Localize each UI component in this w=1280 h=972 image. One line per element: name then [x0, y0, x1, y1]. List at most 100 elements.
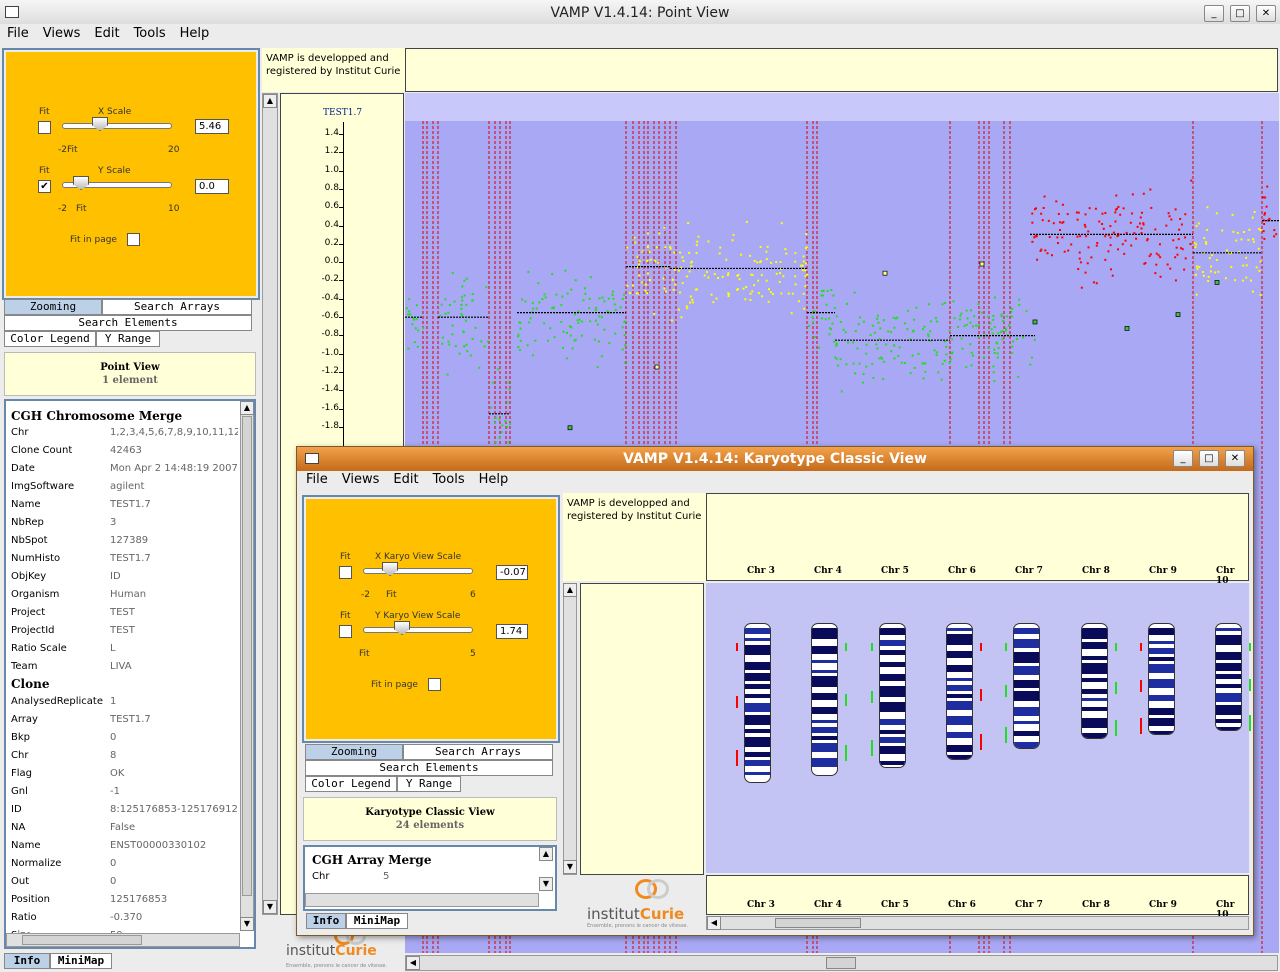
karyo-close-button[interactable]: ✕: [1225, 450, 1245, 467]
data-point: [1167, 212, 1170, 215]
track-scroll-up[interactable]: ▲: [263, 94, 277, 108]
karyo-info-hscrollbar[interactable]: [305, 893, 539, 907]
data-point: [750, 273, 753, 276]
karyo-tab-info[interactable]: Info: [306, 913, 346, 929]
data-point: [1206, 228, 1209, 231]
data-point: [1079, 261, 1082, 264]
tab-search-arrays[interactable]: Search Arrays: [102, 299, 252, 315]
karyo-maximize-button[interactable]: □: [1199, 450, 1219, 467]
karyo-tab-search-elements[interactable]: Search Elements: [305, 760, 553, 776]
karyo-info-scroll-up[interactable]: ▲: [539, 847, 553, 861]
chromosome-ideogram[interactable]: [879, 623, 906, 768]
karyo-minimize-button[interactable]: _: [1173, 450, 1193, 467]
x-scale-field[interactable]: 5.46: [195, 119, 229, 134]
tab-info[interactable]: Info: [4, 953, 50, 969]
karyo-x-min-label: -2: [361, 590, 370, 600]
chromosome-ideogram[interactable]: [811, 623, 838, 776]
chromosome-ideogram[interactable]: [946, 623, 973, 760]
karyo-y-scale-field[interactable]: 1.74: [496, 624, 528, 639]
karyo-vscrollbar[interactable]: [563, 583, 577, 875]
karyo-hscrollbar[interactable]: ◀: [706, 916, 1249, 930]
karyo-x-scale-slider[interactable]: [363, 568, 473, 574]
karyo-y-scale-slider[interactable]: [363, 627, 473, 633]
karyotype-view[interactable]: [706, 583, 1251, 873]
data-point: [1154, 228, 1157, 231]
karyo-menu-views[interactable]: Views: [335, 470, 387, 490]
karyo-menu-file[interactable]: File: [299, 470, 335, 490]
data-point: [1214, 271, 1217, 274]
tab-y-range[interactable]: Y Range: [96, 331, 160, 347]
karyotype-window[interactable]: VAMP V1.4.14: Karyotype Classic View _ □…: [296, 446, 1254, 936]
menu-edit[interactable]: Edit: [87, 24, 126, 44]
info-hscroll-thumb[interactable]: [22, 935, 142, 945]
minimize-button[interactable]: _: [1204, 5, 1224, 22]
tab-search-elements[interactable]: Search Elements: [4, 315, 252, 331]
fit-in-page-checkbox[interactable]: [127, 233, 140, 246]
chromosome-ideogram[interactable]: [1013, 623, 1040, 749]
data-point: [691, 301, 694, 304]
main-titlebar[interactable]: VAMP V1.4.14: Point View _ □ ✕: [0, 0, 1280, 26]
karyo-tab-minimap[interactable]: MiniMap: [346, 913, 408, 929]
karyo-info-scroll-down[interactable]: ▼: [539, 877, 553, 891]
info-row: Date Mon Apr 2 14:48:19 2007: [11, 463, 238, 474]
data-point: [1077, 211, 1080, 214]
karyo-tab-color-legend[interactable]: Color Legend: [305, 776, 397, 792]
menu-views[interactable]: Views: [36, 24, 88, 44]
y-fit-checkbox[interactable]: ✔: [38, 180, 51, 193]
data-point: [451, 333, 454, 336]
karyo-y-fit-checkbox[interactable]: [339, 625, 352, 638]
tab-color-legend[interactable]: Color Legend: [4, 331, 96, 347]
karyo-tab-search-arrays[interactable]: Search Arrays: [403, 744, 553, 760]
view-title: Point View: [100, 362, 160, 373]
logo-tagline: Ensemble, prenons le cancer de vitesse.: [286, 963, 388, 969]
karyo-x-scale-field[interactable]: -0.07: [496, 565, 528, 580]
info-scroll-thumb[interactable]: [242, 416, 252, 896]
menu-tools[interactable]: Tools: [127, 24, 173, 44]
y-tick-label: -1.4: [321, 384, 339, 395]
y-scale-field[interactable]: 0.0: [195, 179, 229, 194]
data-point: [797, 300, 800, 303]
chromosome-ideogram[interactable]: [744, 623, 771, 783]
karyo-hscroll-thumb[interactable]: [775, 918, 861, 928]
close-button[interactable]: ✕: [1256, 5, 1276, 22]
karyo-menu-edit[interactable]: Edit: [386, 470, 425, 490]
tab-zooming[interactable]: Zooming: [4, 299, 102, 315]
data-point: [992, 318, 995, 321]
track-scroll-down[interactable]: ▼: [263, 900, 277, 914]
data-point: [993, 325, 996, 328]
karyo-scroll-up[interactable]: ▲: [563, 583, 577, 597]
plot-hscrollbar[interactable]: ◀: [405, 955, 1278, 971]
karyo-titlebar[interactable]: VAMP V1.4.14: Karyotype Classic View _ □…: [297, 447, 1253, 471]
data-point: [654, 260, 657, 263]
data-point: [1101, 212, 1104, 215]
karyo-tab-zooming[interactable]: Zooming: [305, 744, 403, 760]
data-point: [1096, 241, 1099, 244]
aberration-mark: [1249, 715, 1251, 731]
karyo-scroll-left[interactable]: ◀: [707, 916, 721, 930]
info-scroll-down[interactable]: ▼: [240, 917, 254, 931]
x-scale-slider[interactable]: [62, 123, 172, 129]
karyo-scroll-down[interactable]: ▼: [563, 860, 577, 874]
karyo-x-fit-checkbox[interactable]: [339, 566, 352, 579]
karyo-menu-tools[interactable]: Tools: [426, 470, 472, 490]
data-point: [623, 293, 626, 296]
menu-file[interactable]: File: [0, 24, 36, 44]
tab-minimap[interactable]: MiniMap: [50, 953, 112, 969]
maximize-button[interactable]: □: [1230, 5, 1250, 22]
karyo-menu-help[interactable]: Help: [472, 470, 516, 490]
info-scroll-up[interactable]: ▲: [240, 401, 254, 415]
track-vscrollbar[interactable]: [262, 93, 278, 915]
karyo-tab-y-range[interactable]: Y Range: [397, 776, 461, 792]
menu-help[interactable]: Help: [173, 24, 217, 44]
plot-scroll-left[interactable]: ◀: [406, 956, 420, 970]
chromosome-label: Chr 7: [1015, 900, 1043, 910]
chromosome-ideogram[interactable]: [1081, 623, 1108, 739]
plot-hscroll-thumb[interactable]: [826, 957, 856, 969]
x-fit-checkbox[interactable]: [38, 121, 51, 134]
chromosome-ideogram[interactable]: [1215, 623, 1242, 731]
chromosome-ideogram[interactable]: [1148, 623, 1175, 735]
data-point: [909, 372, 912, 375]
data-point: [1179, 217, 1182, 220]
karyo-fit-in-page-checkbox[interactable]: [428, 678, 441, 691]
data-point: [1070, 243, 1073, 246]
